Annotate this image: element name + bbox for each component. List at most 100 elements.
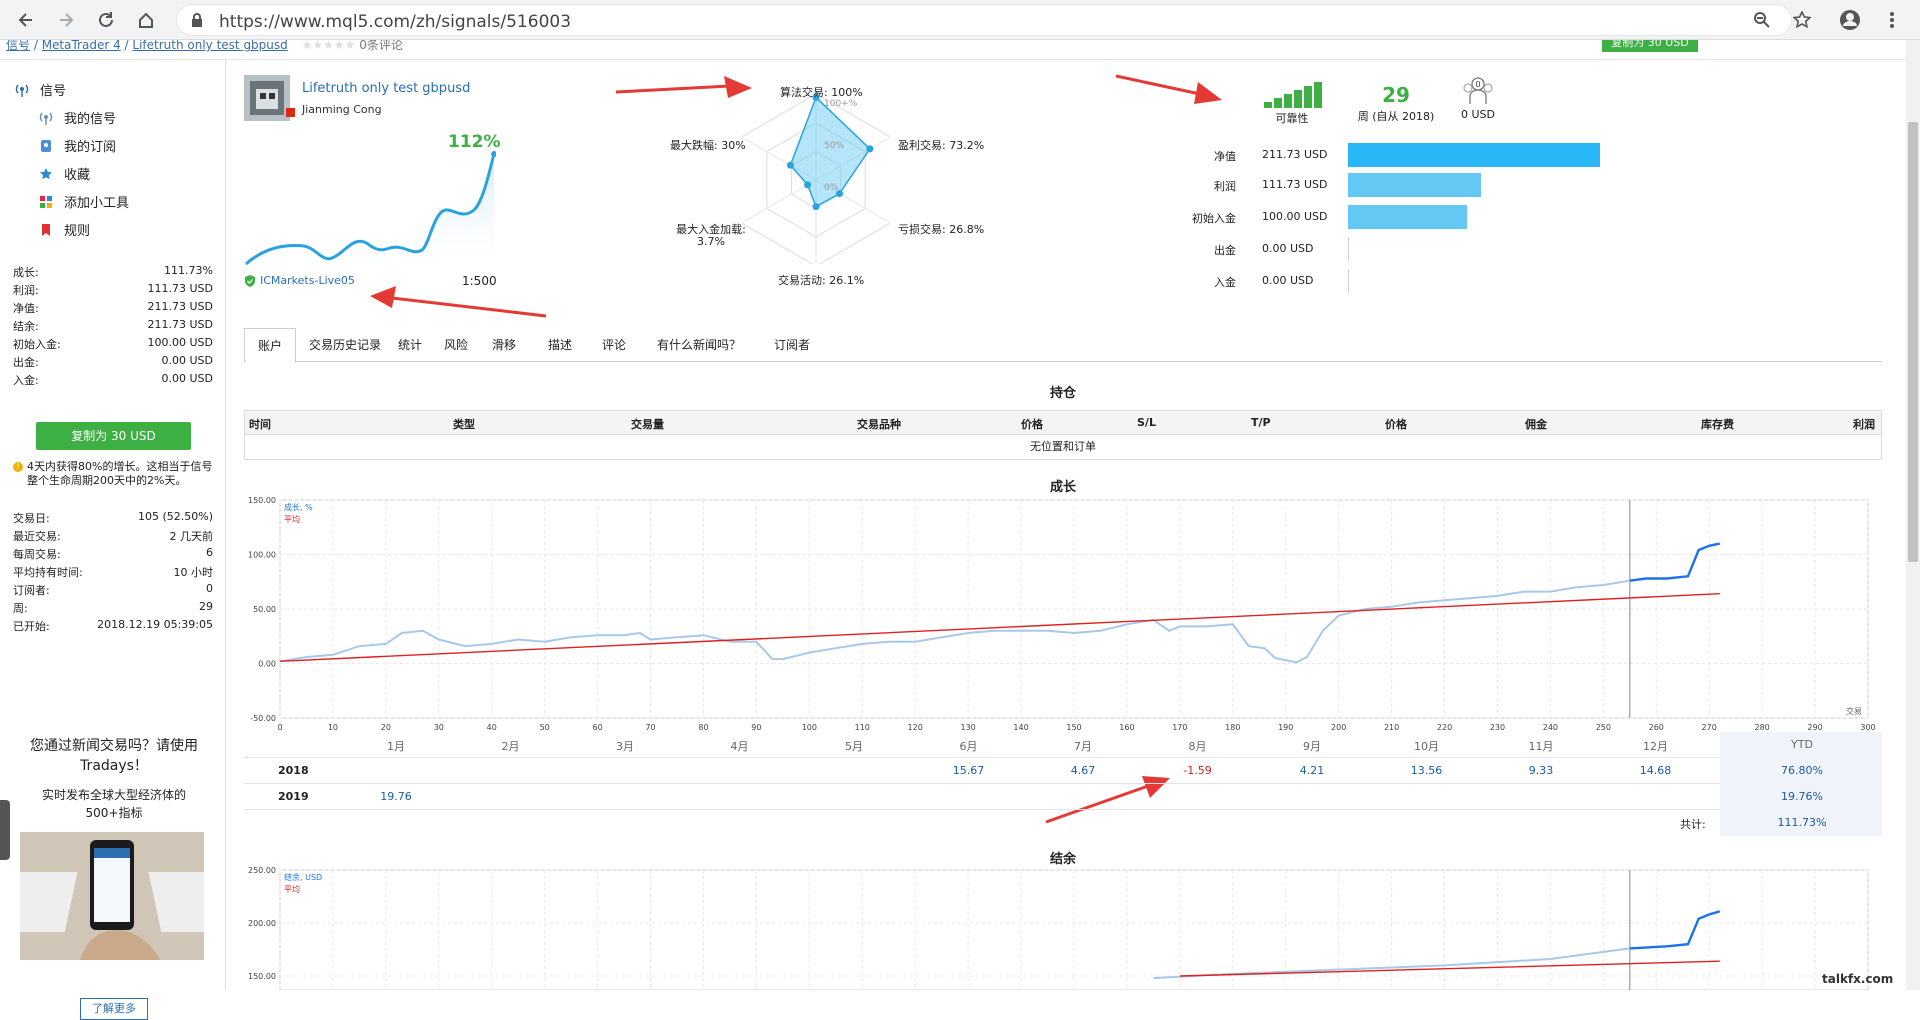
sidebar-item-rules[interactable]: 规则 <box>38 220 90 239</box>
menu-icon[interactable] <box>1880 8 1904 32</box>
balance-chart: 250.00 200.00 150.00 结余, USD 平均 <box>248 866 1869 990</box>
copy-signal-button[interactable]: 复制为 30 USD <box>36 422 191 450</box>
reliability-block: 可靠性 <box>1262 82 1322 126</box>
sidebar-item-widgets[interactable]: 添加小工具 <box>38 192 129 211</box>
tab-subscribers[interactable]: 订阅者 <box>764 328 820 362</box>
stat-row: 最近交易: 2 几天前 <box>13 528 213 546</box>
side-widget-tab[interactable] <box>0 800 10 860</box>
stat-row: 初始入金: 100.00 USD <box>13 336 213 354</box>
shield-check-icon <box>245 275 255 287</box>
growth-note: ! 4天内获得80%的增长。这相当于信号整个生命周期200天中的2%天。 <box>13 460 213 488</box>
zoom-icon[interactable] <box>1750 8 1774 32</box>
ad-image[interactable] <box>20 832 204 960</box>
month-header: 2月 <box>501 740 520 753</box>
sidebar-item-label: 我的订阅 <box>64 140 117 155</box>
radar-label-drawdown: 最大跌幅: 30% <box>670 139 746 152</box>
col-header: 佣金 <box>1525 418 1547 431</box>
stat-row: 交易日: 105 (52.50%) <box>13 510 213 528</box>
radar-point <box>804 181 812 189</box>
summary-bar-value: 100.00 USD <box>1262 210 1328 223</box>
summary-bar <box>1348 173 1481 197</box>
ad-subtitle: 实时发布全球大型经济体的500+指标 <box>41 788 186 820</box>
year-label: 2018 <box>278 764 309 777</box>
bookmark-star-icon[interactable] <box>1790 8 1814 32</box>
antenna-icon <box>38 110 54 126</box>
radar-chart: 100+% 50% 0% <box>742 93 890 264</box>
reload-icon[interactable] <box>94 8 118 32</box>
stat-row: 出金: 0.00 USD <box>13 354 213 372</box>
broker-server[interactable]: ICMarkets-Live05 <box>244 274 355 287</box>
x-tick-label: 0 <box>277 723 282 732</box>
summary-bar-value: 111.73 USD <box>1262 178 1328 191</box>
tab-reviews[interactable]: 评论 <box>594 328 634 362</box>
x-tick-label: 90 <box>751 723 761 732</box>
summary-bar <box>1348 143 1600 167</box>
weeks-label: 周 (自从 2018) <box>1357 110 1435 123</box>
stat-label: 利润: <box>13 284 39 297</box>
stat-label: 平均持有时间: <box>13 566 83 579</box>
stat-value: 111.73% <box>164 264 213 277</box>
x-tick-label: 120 <box>908 723 923 732</box>
positions-header: 时间 类型 交易量 交易品种 价格 S/L T/P 价格 佣金 库存费 利润 <box>245 411 1881 435</box>
tab-account[interactable]: 账户 <box>244 328 296 363</box>
tab-description[interactable]: 描述 <box>540 328 580 362</box>
summary-bar-row: 初始入金 100.00 USD <box>1172 204 1652 230</box>
month-value: 9.33 <box>1528 764 1554 777</box>
stat-row: 平均持有时间: 10 小时 <box>13 564 213 582</box>
sidebar: 信号 我的信号 我的订阅 收藏 添加小工具 规则 成长: 111.73% 利润: 1… <box>0 60 226 1020</box>
sidebar-item-label: 我的信号 <box>64 112 117 127</box>
sidebar-header-signals[interactable]: 信号 <box>14 80 66 99</box>
forward-icon[interactable] <box>54 8 78 32</box>
tab-trade-history[interactable]: 交易历史记录 <box>306 328 384 362</box>
learn-more-button[interactable]: 了解更多 <box>80 998 148 1020</box>
summary-bar-label: 净值 <box>1214 150 1236 163</box>
sidebar-item-my-signals[interactable]: 我的信号 <box>38 108 116 127</box>
top-strip: 信号 / MetaTrader 4 / Lifetruth only test … <box>0 40 1906 60</box>
y-tick-label: 200.00 <box>248 919 276 928</box>
breadcrumb-signal[interactable]: Lifetruth only test gbpusd <box>132 40 287 52</box>
tab-slippage[interactable]: 滑移 <box>484 328 524 362</box>
radar-label-profit-trades: 盈利交易: 73.2% <box>898 139 985 152</box>
month-header: 8月 <box>1188 740 1207 753</box>
month-header: 6月 <box>959 740 978 753</box>
stat-value: 2018.12.19 05:39:05 <box>97 618 213 631</box>
sidebar-item-label: 添加小工具 <box>64 196 130 211</box>
col-header: 库存费 <box>1701 418 1734 431</box>
stat-label: 净值: <box>13 302 39 315</box>
y-tick-label: 50.00 <box>253 605 276 614</box>
breadcrumb-signals[interactable]: 信号 <box>6 40 30 52</box>
vertical-scrollbar[interactable] <box>1906 40 1920 990</box>
positions-table: 时间 类型 交易量 交易品种 价格 S/L T/P 价格 佣金 库存费 利润 无… <box>244 410 1882 460</box>
sidebar-item-favorites[interactable]: 收藏 <box>38 164 90 183</box>
signal-title[interactable]: Lifetruth only test gbpusd <box>302 81 470 96</box>
subscribers-usd: 0 USD <box>1461 108 1495 121</box>
back-icon[interactable] <box>14 8 38 32</box>
profile-icon[interactable] <box>1838 8 1862 32</box>
x-tick-label: 180 <box>1225 723 1240 732</box>
stat-label: 订阅者: <box>13 584 50 597</box>
top-copy-button[interactable]: 复制为 30 USD <box>1602 40 1698 52</box>
month-value: 4.21 <box>1299 764 1325 777</box>
tab-risk[interactable]: 风险 <box>436 328 476 362</box>
month-header: 5月 <box>845 740 863 753</box>
home-icon[interactable] <box>134 8 158 32</box>
radar-label-algo: 算法交易: 100% <box>780 86 863 99</box>
col-header: S/L <box>1137 416 1156 429</box>
stat-label: 入金: <box>13 374 39 387</box>
tab-statistics[interactable]: 统计 <box>390 328 430 362</box>
tab-news[interactable]: 有什么新闻吗？ <box>644 328 754 362</box>
stat-value: 10 小时 <box>173 566 214 579</box>
month-header: 1月 <box>387 740 405 753</box>
col-header: 类型 <box>453 418 475 431</box>
review-count[interactable]: 0条评论 <box>359 40 403 52</box>
stat-value: 111.73 USD <box>147 282 214 295</box>
x-tick-label: 280 <box>1754 723 1769 732</box>
stat-value: 211.73 USD <box>147 300 214 313</box>
signal-author[interactable]: Jianming Cong <box>302 103 382 116</box>
balance-chart-title: 结余 <box>1049 852 1076 867</box>
address-bar[interactable]: https://www.mql5.com/zh/signals/516003 <box>176 4 1792 36</box>
breadcrumb-mt4[interactable]: MetaTrader 4 <box>42 40 121 52</box>
scrollbar-thumb[interactable] <box>1908 122 1918 562</box>
x-tick-label: 250 <box>1596 723 1611 732</box>
sidebar-item-subscriptions[interactable]: 我的订阅 <box>38 136 116 155</box>
